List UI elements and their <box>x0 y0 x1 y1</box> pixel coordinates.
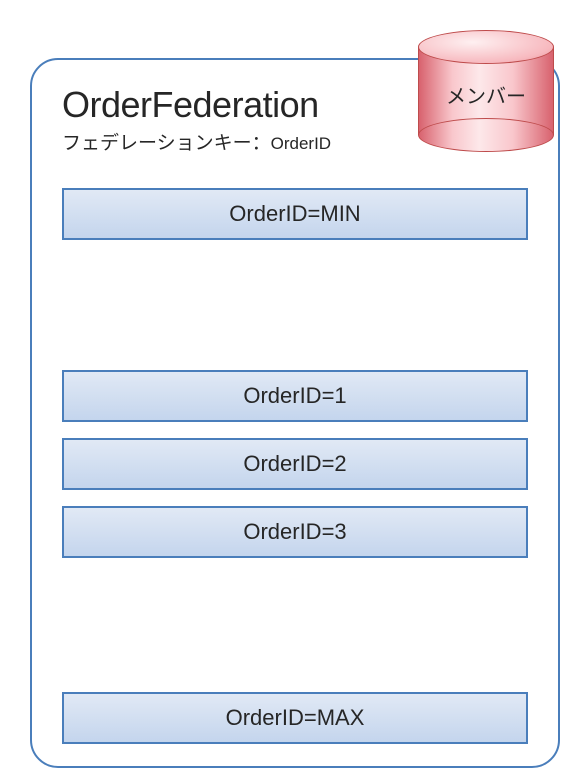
order-box-2: OrderID=2 <box>62 438 528 490</box>
order-box-min: OrderID=MIN <box>62 188 528 240</box>
member-cylinder: メンバー <box>418 30 554 152</box>
cylinder-label: メンバー <box>418 80 554 109</box>
subtitle-key: OrderID <box>271 134 331 153</box>
order-box-3: OrderID=3 <box>62 506 528 558</box>
subtitle-prefix: フェデレーションキー： <box>62 133 271 154</box>
order-box-max: OrderID=MAX <box>62 692 528 744</box>
order-box-1: OrderID=1 <box>62 370 528 422</box>
cylinder-bottom <box>418 118 554 152</box>
federation-container: OrderFederation フェデレーションキー：OrderID Order… <box>30 58 560 768</box>
cylinder-top <box>418 30 554 64</box>
